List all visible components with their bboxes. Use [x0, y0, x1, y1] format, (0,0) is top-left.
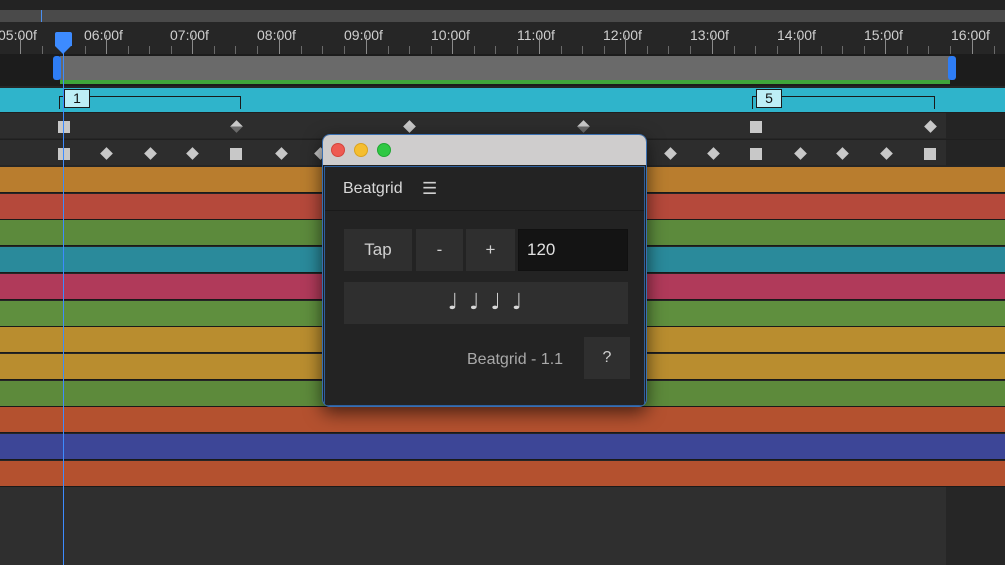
ruler-tick-minor	[668, 46, 669, 54]
empty-timeline-area	[0, 487, 946, 565]
ruler-label: 08:00f	[257, 27, 296, 43]
minimize-window-button[interactable]	[354, 143, 368, 157]
ruler-label: 12:00f	[603, 27, 642, 43]
ruler-label: 16:00f	[951, 27, 990, 43]
ruler-label: 10:00f	[431, 27, 470, 43]
time-ruler[interactable]	[0, 22, 1005, 54]
ruler-tick-minor	[604, 46, 605, 54]
ruler-tick-minor	[257, 46, 258, 54]
ruler-tick-minor	[690, 46, 691, 54]
ruler-label: 07:00f	[170, 27, 209, 43]
keyframe-hold[interactable]	[750, 148, 762, 160]
render-bar	[60, 80, 950, 84]
ruler-tick-minor	[214, 46, 215, 54]
ruler-tick-minor	[42, 46, 43, 54]
playhead-line	[63, 40, 64, 565]
ruler-label: 13:00f	[690, 27, 729, 43]
work-area-end-handle[interactable]	[948, 56, 956, 80]
ruler-label: 06:00f	[84, 27, 123, 43]
ruler-label: 15:00f	[864, 27, 903, 43]
ruler-tick-minor	[821, 46, 822, 54]
ruler-tick-minor	[582, 46, 583, 54]
work-area-start-handle[interactable]	[53, 56, 61, 80]
playhead-handle[interactable]	[55, 32, 72, 46]
ruler-tick-minor	[85, 46, 86, 54]
ruler-tick-minor	[171, 46, 172, 54]
help-button[interactable]: ?	[584, 337, 630, 379]
ruler-label: 14:00f	[777, 27, 816, 43]
layer-bar[interactable]	[0, 460, 1005, 487]
decrease-bpm-button[interactable]: -	[416, 229, 463, 271]
ruler-tick-minor	[864, 46, 865, 54]
navigator-track[interactable]	[0, 10, 1005, 22]
ruler-tick-minor	[149, 46, 150, 54]
navigator-current-time	[41, 10, 42, 22]
beat-notes-display[interactable]: ♩ ♩ ♩ ♩	[344, 282, 628, 324]
ruler-label: 11:00f	[517, 27, 555, 43]
ruler-tick-minor	[928, 46, 929, 54]
layer-bar[interactable]	[0, 407, 1005, 434]
ruler-tick-minor	[517, 46, 518, 54]
ruler-label: 09:00f	[344, 27, 383, 43]
ruler-tick-minor	[755, 46, 756, 54]
tap-button[interactable]: Tap	[344, 229, 412, 271]
playhead-pointer	[55, 46, 71, 54]
close-window-button[interactable]	[331, 143, 345, 157]
ruler-tick-minor	[907, 46, 908, 54]
marker-5[interactable]: 5	[756, 89, 782, 108]
ruler-tick-minor	[474, 46, 475, 54]
ruler-tick-minor	[409, 46, 410, 54]
out-of-range-area	[946, 487, 1005, 565]
ruler-tick-minor	[734, 46, 735, 54]
keyframe-hold[interactable]	[58, 121, 70, 133]
ruler-tick-minor	[994, 46, 995, 54]
increase-bpm-button[interactable]: +	[466, 229, 515, 271]
layer-bar[interactable]	[0, 434, 1005, 460]
marker-1[interactable]: 1	[64, 89, 90, 108]
beatgrid-panel: Beatgrid ☰ Tap - + ♩ ♩ ♩ ♩ Beatgrid - 1.…	[324, 166, 645, 406]
work-area-range[interactable]	[60, 56, 950, 81]
ruler-tick-minor	[950, 46, 951, 54]
timeline-panel: 05:00f 06:00f 07:00f 08:00f 09:00f 10:00f 11:0…	[0, 0, 1005, 565]
ruler-tick-minor	[344, 46, 345, 54]
ruler-tick-minor	[495, 46, 496, 54]
ruler-tick-minor	[561, 46, 562, 54]
panel-header: Beatgrid ☰	[325, 167, 644, 211]
ruler-tick-minor	[322, 46, 323, 54]
ruler-tick-minor	[301, 46, 302, 54]
panel-title: Beatgrid	[343, 180, 403, 197]
ruler-tick-minor	[431, 46, 432, 54]
keyframe-hold[interactable]	[750, 121, 762, 133]
maximize-window-button[interactable]	[377, 143, 391, 157]
hamburger-menu-icon[interactable]: ☰	[422, 179, 437, 199]
version-label: Beatgrid - 1.1	[467, 351, 564, 368]
ruler-tick-minor	[842, 46, 843, 54]
beatgrid-window: Beatgrid ☰ Tap - + ♩ ♩ ♩ ♩ Beatgrid - 1.…	[322, 134, 647, 407]
ruler-tick-minor	[235, 46, 236, 54]
ruler-tick-minor	[777, 46, 778, 54]
time-navigator[interactable]	[0, 0, 1005, 22]
ruler-tick-minor	[647, 46, 648, 54]
keyframe-hold[interactable]	[924, 148, 936, 160]
ruler-tick-minor	[388, 46, 389, 54]
bpm-input[interactable]	[518, 229, 628, 271]
ruler-tick-minor	[128, 46, 129, 54]
keyframe-hold[interactable]	[230, 148, 242, 160]
keyframe-hold[interactable]	[58, 148, 70, 160]
window-titlebar[interactable]	[323, 135, 646, 165]
ruler-label: 05:00f	[0, 27, 37, 43]
